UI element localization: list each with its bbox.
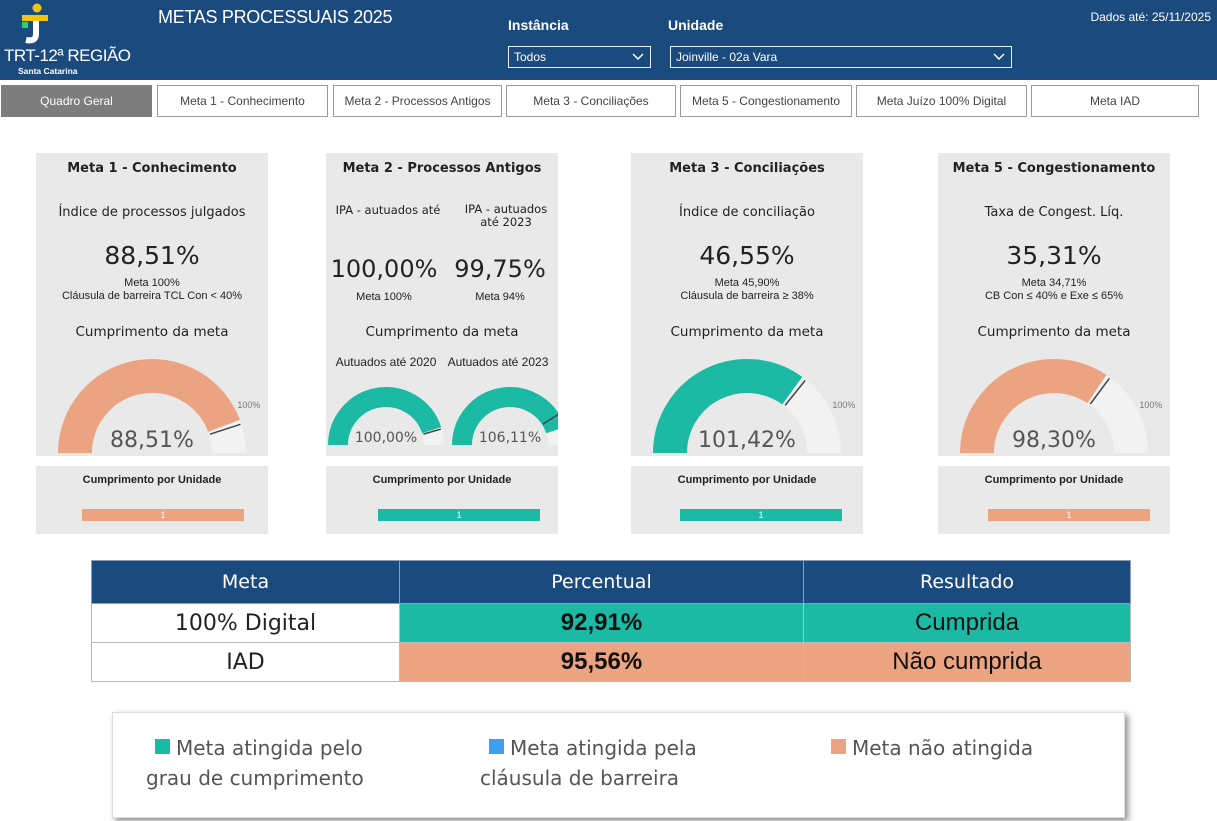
- unit-bar[interactable]: 1: [680, 509, 842, 521]
- legend-label: Meta não atingida: [852, 736, 1034, 760]
- tab-meta5[interactable]: Meta 5 - Congestionamento: [680, 85, 852, 117]
- gauge-a-value: 100,00%: [355, 430, 417, 446]
- gauge-meta5: 100% 98,30%: [960, 359, 1162, 454]
- unit-card-title: Cumprimento por Unidade: [372, 474, 512, 486]
- chevron-down-icon: [632, 53, 644, 61]
- header-bar: TRT-12ª REGIÃO Santa Catarina METAS PROC…: [0, 0, 1217, 80]
- tab-meta-juizo-digital[interactable]: Meta Juízo 100% Digital: [856, 85, 1027, 117]
- unidade-label: Unidade: [668, 17, 724, 33]
- instancia-dropdown[interactable]: Todos: [508, 46, 651, 68]
- gauge-b-value: 106,11%: [479, 430, 541, 446]
- legend-label: Meta atingida pelo: [176, 736, 363, 760]
- cell-percentual: 95,56%: [399, 642, 804, 682]
- legend-label: Meta atingida pela: [510, 736, 697, 760]
- page-title: METAS PROCESSUAIS 2025: [158, 7, 393, 27]
- unidade-dropdown[interactable]: Joinville - 02a Vara: [670, 46, 1012, 68]
- gauge-value: 88,51%: [110, 428, 194, 453]
- unit-card-title: Cumprimento por Unidade: [984, 474, 1124, 486]
- unit-card-meta2: Cumprimento por Unidade 1: [326, 466, 558, 534]
- cell-resultado: Não cumprida: [803, 642, 1131, 682]
- gauge-max-label: 100%: [237, 400, 260, 410]
- gauge-meta1: 100% 88,51%: [58, 359, 260, 454]
- trt-logo-icon: [22, 3, 48, 44]
- legend-swatch: [155, 739, 170, 754]
- unit-card-title: Cumprimento por Unidade: [677, 474, 817, 486]
- unit-card-title: Cumprimento por Unidade: [82, 474, 222, 486]
- tab-meta1[interactable]: Meta 1 - Conhecimento: [157, 85, 328, 117]
- tab-meta-iad[interactable]: Meta IAD: [1031, 85, 1199, 117]
- logo-subtitle: Santa Catarina: [18, 66, 78, 76]
- card-meta3: Meta 3 - Conciliações Índice de concilia…: [631, 153, 863, 456]
- card-meta2: Meta 2 - Processos Antigos IPA - autuado…: [326, 153, 558, 456]
- chevron-down-icon: [993, 53, 1005, 61]
- legend-label: cláusula de barreira: [480, 766, 680, 790]
- unit-card-meta3: Cumprimento por Unidade 1: [631, 466, 863, 534]
- unit-bar[interactable]: 1: [82, 509, 244, 521]
- gauge-meta2: 100,00% 106,11%: [328, 387, 558, 446]
- tab-quadro-geral[interactable]: Quadro Geral: [1, 85, 152, 117]
- logo-text: TRT-12ª REGIÃO: [4, 46, 131, 65]
- legend-swatch: [831, 739, 846, 754]
- instancia-value: Todos: [514, 50, 547, 64]
- legend-label: grau de cumprimento: [146, 766, 364, 790]
- legend-item-atingida-barreira: Meta atingida pela cláusula de barreira: [480, 733, 697, 793]
- unit-bar[interactable]: 1: [988, 509, 1150, 521]
- col-header-percentual: Percentual: [399, 560, 804, 604]
- tab-meta2[interactable]: Meta 2 - Processos Antigos: [333, 85, 502, 117]
- gauge-max-label: 100%: [832, 400, 855, 410]
- gauge-value: 101,42%: [698, 428, 796, 453]
- cell-resultado: Cumprida: [803, 603, 1131, 643]
- legend-swatch: [489, 739, 504, 754]
- card-meta5: Meta 5 - Congestionamento Taxa de Conges…: [938, 153, 1170, 456]
- legend: Meta atingida pelo grau de cumprimento M…: [112, 712, 1125, 818]
- tab-meta3[interactable]: Meta 3 - Conciliações: [506, 85, 676, 117]
- metas-table: Meta Percentual Resultado 100% Digital 9…: [91, 560, 1131, 682]
- instancia-label: Instância: [508, 17, 569, 33]
- gauge-max-label: 100%: [1139, 400, 1162, 410]
- unidade-value: Joinville - 02a Vara: [676, 50, 778, 64]
- table-header-row: Meta Percentual Resultado: [91, 560, 1131, 604]
- table-row: 100% Digital 92,91% Cumprida: [91, 603, 1131, 643]
- data-date-label: Dados até: 25/11/2025: [1090, 10, 1211, 24]
- gauge-value: 98,30%: [1012, 428, 1096, 453]
- cell-meta: 100% Digital: [91, 603, 400, 643]
- legend-item-atingida-grau: Meta atingida pelo grau de cumprimento: [146, 733, 364, 793]
- legend-item-nao-atingida: Meta não atingida: [831, 733, 1033, 763]
- unit-card-meta5: Cumprimento por Unidade 1: [938, 466, 1170, 534]
- gauge-meta3: 100% 101,42%: [653, 359, 855, 454]
- cell-meta: IAD: [91, 642, 400, 682]
- card-meta1: Meta 1 - Conhecimento Índice de processo…: [36, 153, 268, 456]
- col-header-meta: Meta: [91, 560, 400, 604]
- unit-card-meta1: Cumprimento por Unidade 1: [36, 466, 268, 534]
- cell-percentual: 92,91%: [399, 603, 804, 643]
- col-header-resultado: Resultado: [803, 560, 1131, 604]
- table-row: IAD 95,56% Não cumprida: [91, 642, 1131, 682]
- unit-bar[interactable]: 1: [378, 509, 540, 521]
